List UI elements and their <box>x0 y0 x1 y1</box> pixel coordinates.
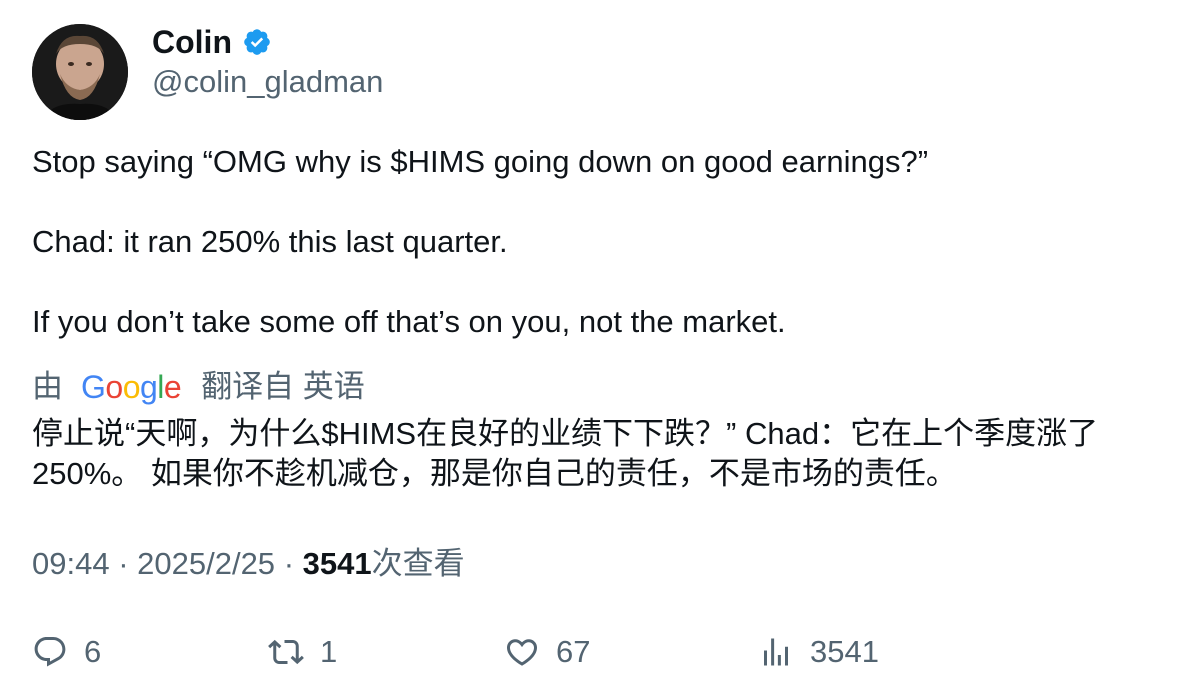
views-count: 3541 <box>302 546 372 581</box>
views-chart-icon <box>764 638 788 666</box>
like-count: 67 <box>556 634 591 669</box>
translation-source-language: 翻译自 英语 <box>201 369 365 404</box>
action-bar: 6 1 67 3541 <box>0 628 1196 678</box>
tweet: Colin @colin_gladman Stop saying “OMG wh… <box>0 0 1196 698</box>
retweet-count: 1 <box>320 634 338 669</box>
translated-text: 停止说“天啊，为什么$HIMS在良好的业绩下下跌？” Chad：它在上个季度涨了… <box>32 416 1099 491</box>
tweet-date[interactable]: 2025/2/25 <box>137 546 275 581</box>
google-logo: Google <box>81 369 182 405</box>
reply-count: 6 <box>84 634 102 669</box>
author-handle[interactable]: @colin_gladman <box>152 62 383 102</box>
translation-prefix: 由 <box>32 369 63 404</box>
avatar-photo <box>32 24 128 120</box>
retweet-icon <box>268 639 304 665</box>
avatar[interactable] <box>32 24 128 120</box>
author-display-name[interactable]: Colin <box>152 22 232 62</box>
heart-icon <box>506 639 538 666</box>
tweet-time[interactable]: 09:44 <box>32 546 110 581</box>
like-button[interactable]: 67 <box>504 628 590 676</box>
views-label: 次查看 <box>371 546 465 581</box>
tweet-text-line-1: Stop saying “OMG why is $HIMS going down… <box>32 144 929 179</box>
tweet-meta: 09:44 · 2025/2/25 · 3541次查看 <box>32 544 465 584</box>
verified-badge-icon[interactable] <box>242 27 272 57</box>
views-button[interactable]: 3541 <box>758 628 879 676</box>
meta-separator: · <box>118 546 138 581</box>
meta-separator: · <box>283 546 303 581</box>
reply-button[interactable]: 6 <box>32 628 101 676</box>
tweet-text-line-3: If you don’t take some off that’s on you… <box>32 304 786 339</box>
views-action-count: 3541 <box>810 634 879 669</box>
tweet-text-line-2: Chad: it ran 250% this last quarter. <box>32 224 508 259</box>
translation-attribution: 由 Google 翻译自 英语 <box>32 366 365 408</box>
reply-icon <box>34 637 66 667</box>
author-name-row: Colin <box>152 22 272 62</box>
retweet-button[interactable]: 1 <box>268 628 337 676</box>
